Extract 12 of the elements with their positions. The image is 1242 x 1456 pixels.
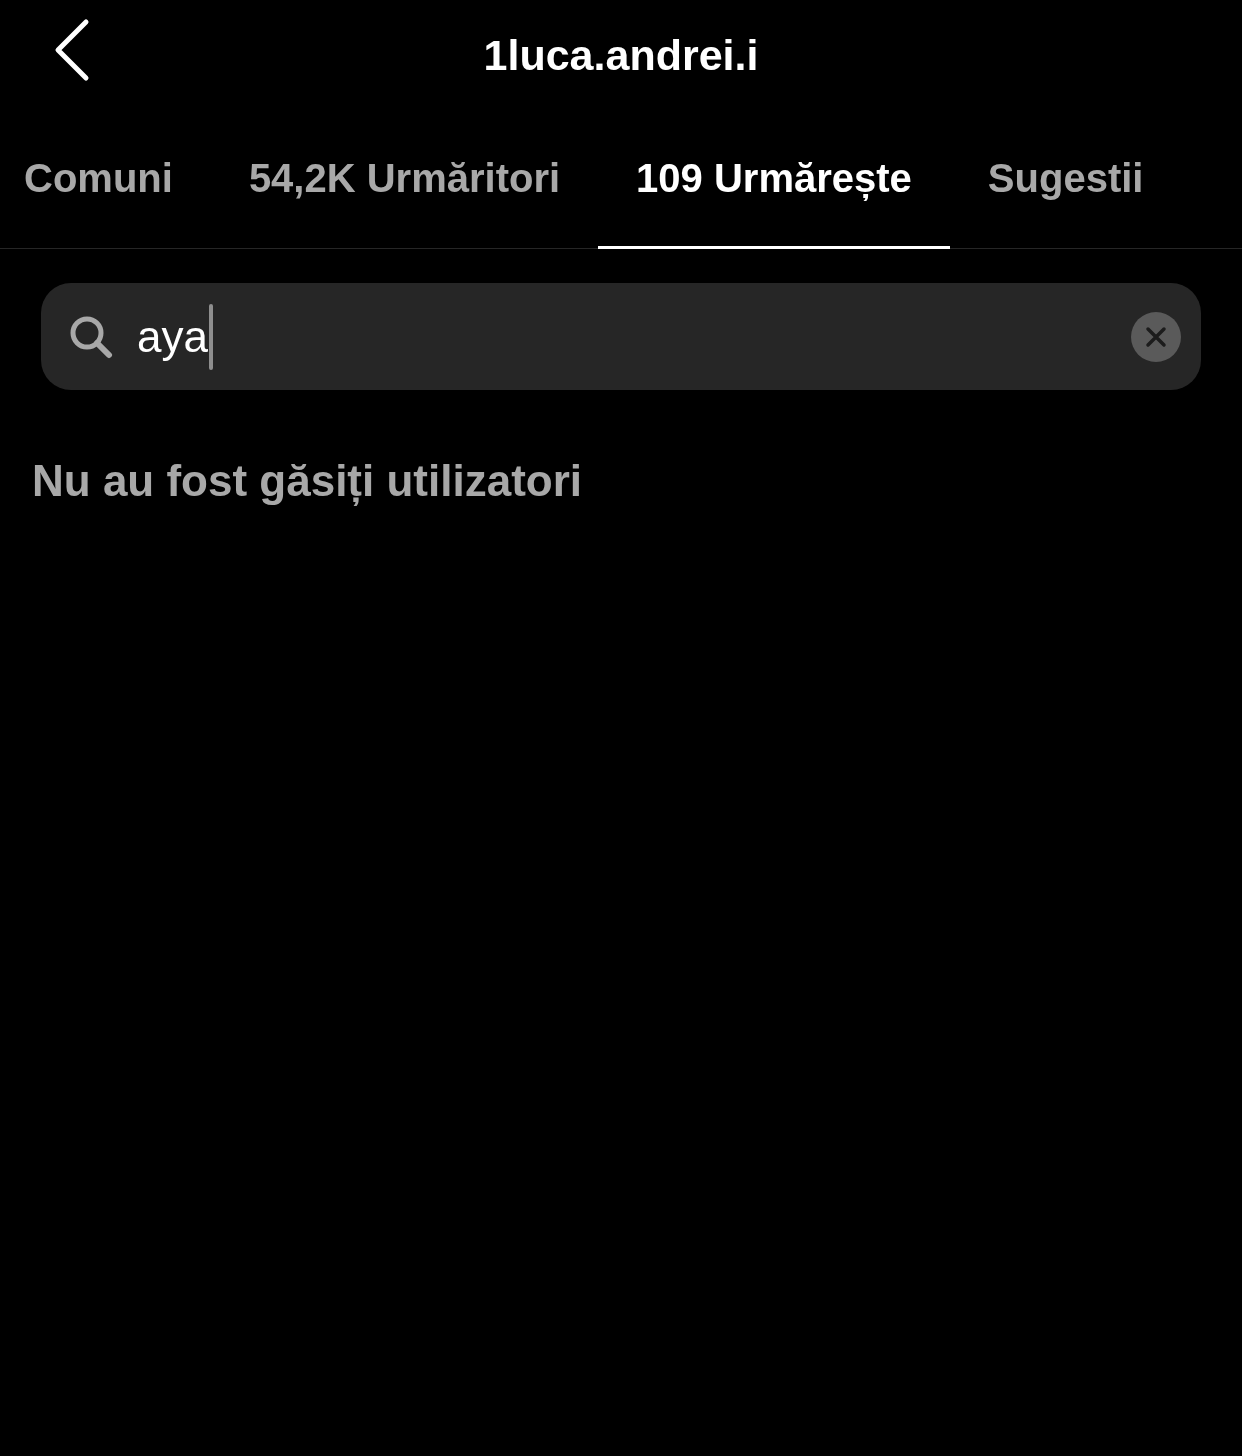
search-field[interactable]: aya: [41, 283, 1201, 390]
tab[interactable]: 54,2K Urmăritori: [210, 110, 599, 249]
search-text: aya: [137, 314, 208, 359]
search-icon: [69, 314, 113, 359]
profile-username: 1luca.andrei.i: [483, 33, 759, 77]
tab[interactable]: 109 Urmărește: [598, 110, 950, 249]
text-cursor: [208, 303, 213, 370]
tab[interactable]: Sugestii: [949, 110, 1182, 249]
tab[interactable]: Comuni: [0, 110, 211, 249]
close-icon: [1145, 325, 1167, 348]
clear-button[interactable]: [1131, 311, 1181, 362]
empty-message: Nu au fost găsiți utilizatori: [32, 455, 584, 508]
